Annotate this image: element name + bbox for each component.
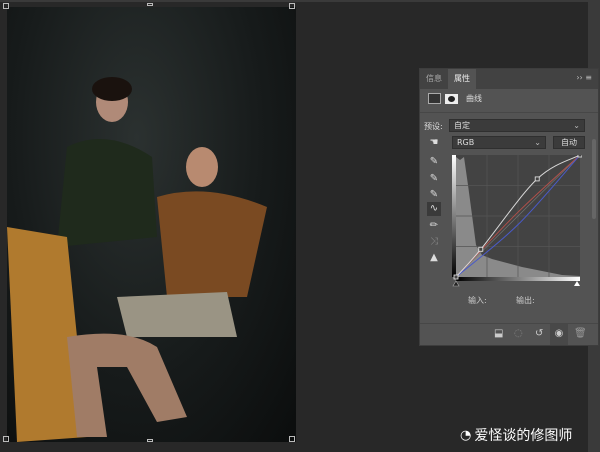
watermark-text: 爱怪谈的修图师 [474, 428, 573, 444]
view-previous-state-icon[interactable]: ◌ [514, 328, 523, 339]
preset-value: 自定 [454, 121, 470, 130]
watermark: ◔ 爱怪谈的修图师 [460, 425, 572, 445]
output-gradient [452, 155, 456, 277]
curve-control-point[interactable] [478, 246, 484, 252]
input-gradient [456, 277, 580, 281]
visibility-eye-icon[interactable]: ◉ [550, 324, 568, 345]
preset-dropdown[interactable]: 自定 ⌄ [449, 119, 585, 132]
panel-scrollbar[interactable] [592, 139, 596, 219]
clipping-warning-icon[interactable]: ▲ [427, 251, 441, 265]
curve-control-point[interactable] [534, 176, 540, 182]
canvas-photo [7, 7, 296, 442]
panel-footer: ⬓ ◌ ↺ ◉ 🗑 [420, 323, 598, 345]
reset-icon[interactable]: ↺ [535, 328, 543, 339]
smooth-curve-icon[interactable]: ⤨ [427, 235, 441, 249]
tab-properties[interactable]: 属性 [448, 69, 476, 89]
weibo-logo-icon: ◔ [460, 427, 472, 443]
transform-handle[interactable] [3, 3, 9, 9]
clip-to-layer-icon[interactable]: ⬓ [494, 328, 503, 339]
transform-handle[interactable] [289, 3, 295, 9]
on-image-adjust-icon[interactable]: ☚ [427, 136, 441, 150]
pencil-icon[interactable]: ✏ [427, 219, 441, 233]
curve-control-point[interactable] [453, 274, 459, 280]
top-border [0, 0, 600, 2]
channel-dropdown[interactable]: RGB ⌄ [452, 136, 546, 149]
curves-adjustment-icon [428, 93, 441, 104]
curve-edit-points-icon[interactable]: ∿ [427, 202, 441, 216]
transform-handle[interactable] [289, 436, 295, 442]
photo-figures [7, 77, 267, 442]
transform-handle[interactable] [147, 3, 153, 6]
chevron-down-icon: ⌄ [573, 121, 580, 130]
transform-handle[interactable] [147, 439, 153, 442]
trash-icon[interactable]: 🗑 [574, 328, 587, 339]
curve-control-point[interactable] [577, 155, 582, 158]
gray-point-eyedropper-icon[interactable]: ✎ [427, 172, 441, 186]
white-point-eyedropper-icon[interactable]: ✎ [427, 188, 441, 202]
auto-button[interactable]: 自动 [553, 136, 585, 149]
channel-value: RGB [457, 138, 475, 147]
tab-info[interactable]: 信息 [420, 69, 448, 89]
black-input-slider[interactable] [452, 280, 460, 287]
black-point-eyedropper-icon[interactable]: ✎ [427, 155, 441, 169]
chevron-down-icon: ⌄ [534, 138, 541, 147]
curves-graph[interactable] [452, 155, 582, 287]
output-label: 输出: [516, 296, 535, 305]
panel-tabs: 信息 属性 ›› ≡ [420, 69, 598, 89]
collapse-menu-icon[interactable]: ›› ≡ [576, 73, 592, 82]
white-input-slider[interactable] [574, 281, 580, 286]
transform-handle[interactable] [3, 436, 9, 442]
input-label: 输入: [468, 296, 487, 305]
properties-panel: 信息 属性 ›› ≡ 曲线 预设: 自定 ⌄ ☚ RGB ⌄ 自动 ✎ ✎ ✎ ∿ … [419, 68, 599, 346]
adjustment-title: 曲线 [466, 94, 482, 103]
mask-icon[interactable] [445, 93, 458, 104]
preset-label: 预设: [424, 122, 443, 131]
